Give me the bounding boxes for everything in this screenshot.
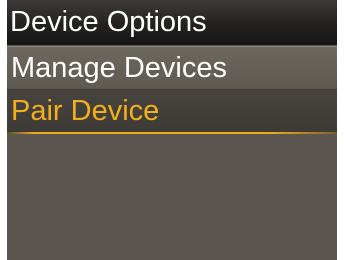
menu-item-pair-device[interactable]: Pair Device (7, 90, 337, 134)
title-bar: Device Options (7, 0, 337, 45)
page-title: Device Options (10, 6, 207, 38)
menu-item-label: Pair Device (11, 95, 160, 127)
selection-underline (7, 132, 337, 134)
device-screen: Device Options Manage Devices Pair Devic… (7, 0, 337, 260)
menu-item-manage-devices[interactable]: Manage Devices (7, 46, 337, 90)
menu-item-label: Manage Devices (11, 52, 227, 84)
empty-menu-area (7, 136, 337, 260)
